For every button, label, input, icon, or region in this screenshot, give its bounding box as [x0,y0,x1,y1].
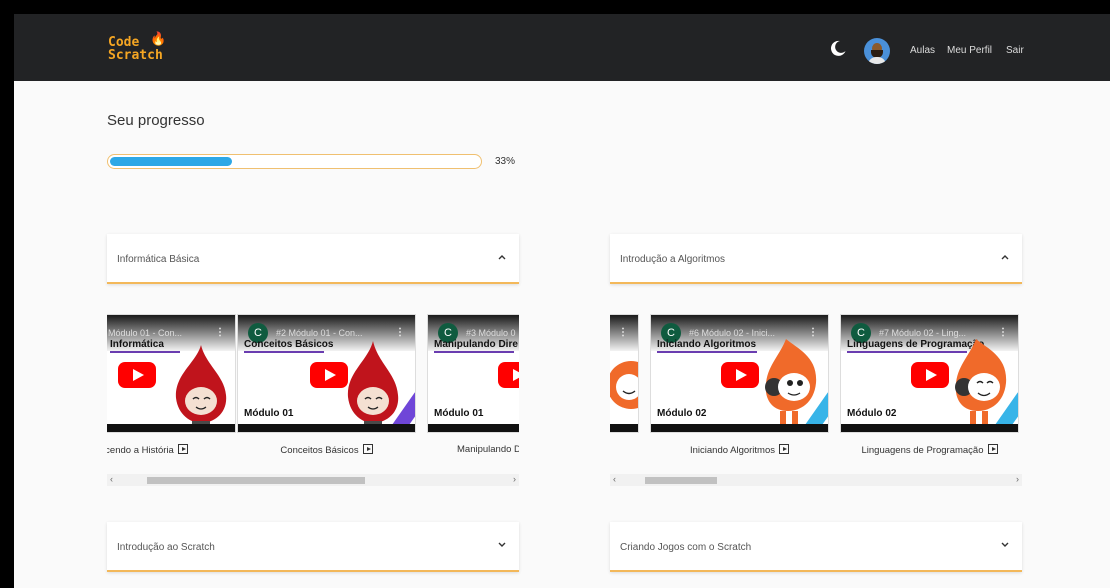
more-options-icon[interactable]: ⋮ [618,327,628,338]
video-caption[interactable]: cendo a História [107,444,236,456]
scrollbar-thumb[interactable] [147,477,365,484]
nav-link-aulas[interactable]: Aulas [910,45,935,56]
chevron-down-icon[interactable] [1000,539,1010,551]
video-carousel-modulo-01[interactable]: Módulo 01 - Con... ⋮ Informática cendo a… [107,314,519,494]
nav-link-sair[interactable]: Sair [1006,45,1024,56]
progress-fill [110,157,232,166]
scroll-left-arrow-icon[interactable]: ‹ [613,474,616,484]
video-card[interactable]: C #2 Módulo 01 - Con... ⋮ Conceitos Bási… [237,314,416,456]
video-module-label: Módulo 02 [847,408,897,419]
video-heading: Manipulando Dire [434,339,518,350]
video-caption-text: Conceitos Básicos [280,445,359,456]
video-heading: Iniciando Algoritmos [657,339,757,350]
video-thumbnail[interactable]: Módulo 01 - Con... ⋮ Informática [107,314,236,433]
chevron-up-icon[interactable] [497,251,507,263]
app-window: Code Scratch 🔥 Aulas Meu Perfil Sair Seu… [14,14,1110,588]
mascot-image [610,361,638,409]
module-card-introducao-scratch[interactable]: Introdução ao Scratch [107,522,519,572]
video-caption-text: Iniciando Algoritmos [689,445,776,456]
video-title: Módulo 01 - Con... [108,328,183,338]
video-caption[interactable]: Conceitos Básicos [237,444,416,456]
fire-icon: 🔥 [150,32,167,47]
progress-percent: 33% [495,156,516,167]
video-caption[interactable]: Linguagens de Programação [840,444,1019,456]
mascot-image [765,339,817,425]
video-card[interactable]: C #7 Módulo 02 - Ling... ⋮ Linguagens de… [840,314,1019,456]
video-thumbnail[interactable]: C #3 Módulo 0 Manipulando Dire Módulo 01 [427,314,519,433]
module-card-criando-jogos[interactable]: Criando Jogos com o Scratch [610,522,1022,572]
logo[interactable]: Code Scratch 🔥 [108,32,167,63]
module-title: Introdução ao Scratch [117,542,215,553]
play-icon[interactable] [362,444,373,454]
youtube-play-icon[interactable] [498,362,519,388]
video-module-label: Módulo 01 [434,408,484,419]
play-icon[interactable] [177,444,188,454]
more-options-icon[interactable]: ⋮ [395,327,405,338]
avatar[interactable] [864,38,890,64]
video-heading: Conceitos Básicos [244,339,334,350]
scrollbar-thumb[interactable] [645,477,717,484]
module-title: Criando Jogos com o Scratch [620,542,752,553]
video-caption-text: cendo a História [107,445,174,456]
module-card-informatica-basica[interactable]: Informática Básica [107,234,519,284]
video-carousel-modulo-02[interactable]: ⋮ C #6 Módulo 02 - Inici... ⋮ Iniciando … [610,314,1022,494]
video-card[interactable]: Módulo 01 - Con... ⋮ Informática cendo a… [107,314,236,456]
video-thumbnail[interactable]: ⋮ [610,314,639,433]
mascot-image [175,345,227,431]
carousel-scrollbar[interactable]: ‹ › [610,474,1022,486]
video-caption[interactable]: Iniciando Algoritmos [650,444,829,456]
logo-line2: Scratch [108,48,163,63]
mascot-image [955,339,1007,425]
video-caption-text: Manipulando D [457,444,519,455]
video-module-label: Módulo 01 [244,408,294,419]
module-title: Informática Básica [117,254,200,265]
video-title: #2 Módulo 01 - Con... [276,328,363,338]
youtube-play-icon[interactable] [118,362,156,388]
mascot-image [347,341,399,432]
chevron-up-icon[interactable] [1000,251,1010,263]
moon-icon[interactable] [829,39,847,57]
video-thumbnail[interactable]: C #6 Módulo 02 - Inici... ⋮ Iniciando Al… [650,314,829,433]
video-module-label: Módulo 02 [657,408,707,419]
video-title: #3 Módulo 0 [466,328,516,338]
video-caption[interactable]: Manipulando D [427,444,519,455]
video-heading: Informática [110,339,164,350]
play-icon[interactable] [779,444,790,454]
youtube-play-icon[interactable] [721,362,759,388]
carousel-scrollbar[interactable]: ‹ › [107,474,519,486]
video-card[interactable]: C #3 Módulo 0 Manipulando Dire Módulo 01… [427,314,519,455]
module-card-introducao-algoritmos[interactable]: Introdução a Algoritmos [610,234,1022,284]
module-title: Introdução a Algoritmos [620,254,726,265]
scroll-right-arrow-icon[interactable]: › [1016,474,1019,484]
video-thumbnail[interactable]: C #2 Módulo 01 - Con... ⋮ Conceitos Bási… [237,314,416,433]
progress-title: Seu progresso [107,112,205,129]
play-icon[interactable] [987,444,998,454]
progress-bar [107,154,482,169]
video-thumbnail[interactable]: C #7 Módulo 02 - Ling... ⋮ Linguagens de… [840,314,1019,433]
video-caption-text: Linguagens de Programação [861,445,984,456]
youtube-play-icon[interactable] [911,362,949,388]
video-card[interactable]: ⋮ [610,314,639,433]
chevron-down-icon[interactable] [497,539,507,551]
more-options-icon[interactable]: ⋮ [215,327,225,338]
scroll-right-arrow-icon[interactable]: › [513,474,516,484]
video-card[interactable]: C #6 Módulo 02 - Inici... ⋮ Iniciando Al… [650,314,829,456]
navbar: Code Scratch 🔥 Aulas Meu Perfil Sair [14,14,1110,81]
nav-link-meu-perfil[interactable]: Meu Perfil [947,45,992,56]
scroll-left-arrow-icon[interactable]: ‹ [110,474,113,484]
